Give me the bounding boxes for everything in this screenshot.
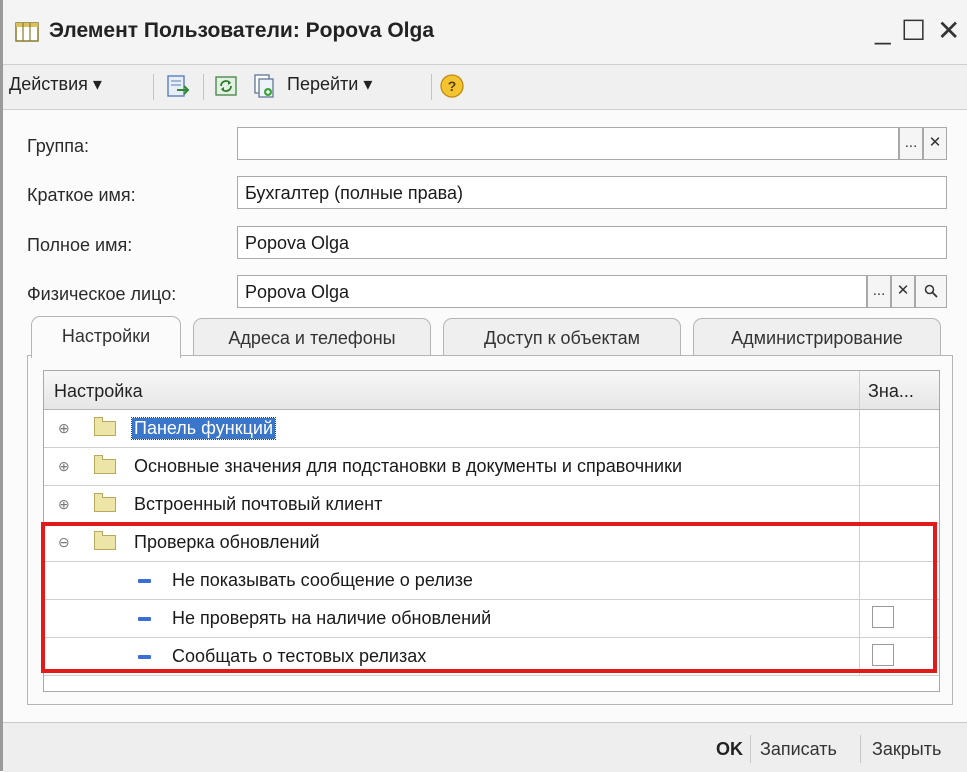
group-clear-button[interactable]: ✕ <box>923 127 947 160</box>
row-label: Основные значения для подстановки в доку… <box>134 456 683 476</box>
person-label: Физическое лицо: <box>27 284 177 304</box>
folder-icon <box>94 455 116 474</box>
table-row-function-panel[interactable]: ⊕ Панель функций <box>44 409 939 448</box>
short-name-field[interactable]: Бухгалтер (полные права) <box>237 176 947 209</box>
table-row-test-releases[interactable]: Сообщать о тестовых релизах <box>44 637 939 676</box>
table-row-default-values[interactable]: ⊕ Основные значения для подстановки в до… <box>44 447 939 486</box>
toolbar-separator <box>203 74 204 100</box>
no-update-check-checkbox[interactable] <box>872 606 894 628</box>
copy-document-icon[interactable] <box>251 73 277 99</box>
refresh-icon[interactable] <box>213 73 239 99</box>
tab-object-access[interactable]: Доступ к объектам <box>443 318 681 356</box>
footer-separator <box>860 735 861 763</box>
full-name-label: Полное имя: <box>27 235 133 255</box>
settings-table: Настройка Зна... ⊕ Панель функций ⊕ Осно… <box>43 370 940 692</box>
expand-icon[interactable]: ⊕ <box>58 496 70 513</box>
tab-administration[interactable]: Администрирование <box>693 318 941 356</box>
table-form-icon <box>15 22 39 42</box>
table-row-mail-client[interactable]: ⊕ Встроенный почтовый клиент <box>44 485 939 524</box>
column-separator <box>859 637 860 675</box>
table-header: Настройка Зна... <box>44 371 939 410</box>
column-separator <box>859 561 860 599</box>
row-label: Не показывать сообщение о релизе <box>172 570 473 590</box>
table-row-update-check[interactable]: ⊖ Проверка обновлений <box>44 523 939 562</box>
row-label: Встроенный почтовый клиент <box>134 494 383 514</box>
footer-bar: OK Записать Закрыть <box>3 722 967 772</box>
short-name-label: Краткое имя: <box>27 185 136 205</box>
column-separator <box>859 371 860 409</box>
test-releases-checkbox[interactable] <box>872 644 894 666</box>
folder-icon <box>94 417 116 436</box>
group-select-button[interactable]: ... <box>899 127 923 160</box>
close-window-button[interactable]: ✕ <box>937 14 960 47</box>
footer-separator <box>750 735 751 763</box>
help-icon[interactable]: ? <box>439 73 465 99</box>
setting-item-icon <box>138 579 151 583</box>
column-header-setting[interactable]: Настройка <box>54 371 854 409</box>
column-separator <box>859 447 860 485</box>
person-select-button[interactable]: ... <box>867 275 891 308</box>
actions-menu-button[interactable]: Действия ▾ <box>9 74 102 95</box>
toolbar-separator <box>431 74 432 100</box>
row-label: Проверка обновлений <box>134 532 320 552</box>
table-row-hide-release-message[interactable]: Не показывать сообщение о релизе <box>44 561 939 600</box>
collapse-icon[interactable]: ⊖ <box>58 534 70 551</box>
person-clear-button[interactable]: ✕ <box>891 275 915 308</box>
window-title: Элемент Пользователи: Popova Olga <box>49 19 435 42</box>
goto-menu-button[interactable]: Перейти ▾ <box>287 74 372 95</box>
table-row-no-update-check[interactable]: Не проверять на наличие обновлений <box>44 599 939 638</box>
close-button[interactable]: Закрыть <box>872 739 941 760</box>
search-icon <box>924 284 938 298</box>
folder-icon <box>94 493 116 512</box>
setting-item-icon <box>138 617 151 621</box>
save-close-icon[interactable] <box>165 73 191 99</box>
person-search-button[interactable] <box>915 275 947 308</box>
column-header-value[interactable]: Зна... <box>868 371 938 409</box>
tab-settings[interactable]: Настройки <box>31 316 181 358</box>
save-button[interactable]: Записать <box>760 739 837 760</box>
full-name-field[interactable]: Popova Olga <box>237 226 947 259</box>
ok-button[interactable]: OK <box>716 739 743 760</box>
column-separator <box>859 599 860 637</box>
toolbar-separator <box>153 74 154 100</box>
row-label: Панель функций <box>130 417 277 440</box>
title-bar: Элемент Пользователи: Popova Olga _ ☐ ✕ <box>3 0 967 64</box>
user-element-window: Элемент Пользователи: Popova Olga _ ☐ ✕ … <box>0 0 967 772</box>
row-label: Сообщать о тестовых релизах <box>172 646 427 666</box>
group-label: Группа: <box>27 136 90 156</box>
column-separator <box>859 523 860 561</box>
column-separator <box>859 485 860 523</box>
tab-addresses-phones[interactable]: Адреса и телефоны <box>193 318 431 356</box>
expand-icon[interactable]: ⊕ <box>58 420 70 437</box>
folder-icon <box>94 531 116 550</box>
svg-text:?: ? <box>448 78 457 94</box>
toolbar: Действия ▾ Перейти ▾ ? <box>3 64 967 110</box>
column-separator <box>859 409 860 447</box>
row-label: Не проверять на наличие обновлений <box>172 608 492 628</box>
expand-icon[interactable]: ⊕ <box>58 458 70 475</box>
group-field[interactable] <box>237 127 899 160</box>
person-field[interactable]: Popova Olga <box>237 275 867 308</box>
minimize-button[interactable]: _ <box>875 14 891 46</box>
setting-item-icon <box>138 655 151 659</box>
maximize-button[interactable]: ☐ <box>901 14 926 47</box>
